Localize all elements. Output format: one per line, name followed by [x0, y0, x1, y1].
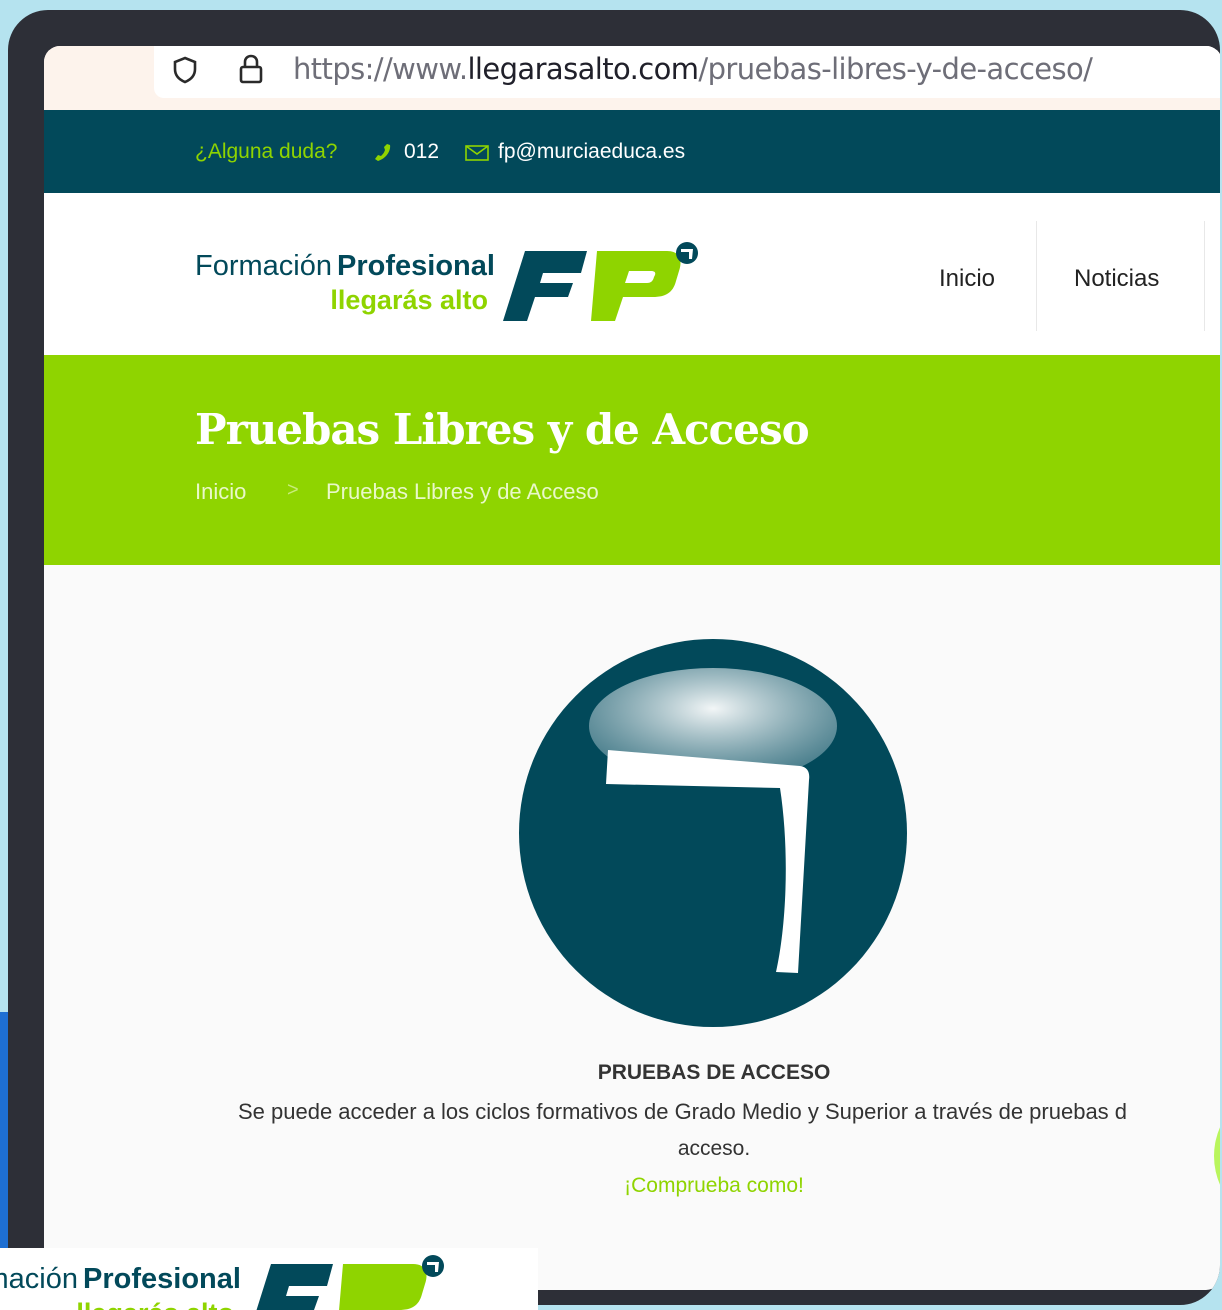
overlay-logo-tagline: llegarás alto	[76, 1298, 234, 1310]
shield-icon[interactable]	[172, 56, 198, 84]
section-heading: PRUEBAS DE ACCESO	[597, 1061, 831, 1084]
breadcrumb-current: Pruebas Libres y de Acceso	[326, 479, 599, 504]
breadcrumb-separator: >	[287, 479, 299, 501]
overlay-logo-word-profesional: Profesional	[83, 1263, 241, 1295]
overlay-logo-graphic: Formación Profesional llegarás alto	[0, 1255, 444, 1310]
logo-tagline: llegarás alto	[330, 285, 488, 315]
url-host: llegarasalto.com	[467, 52, 699, 86]
description-line-1: Se puede acceder a los ciclos formativos…	[238, 1099, 1128, 1124]
email-link[interactable]: fp@murciaeduca.es	[498, 140, 685, 164]
nav-divider	[1204, 221, 1205, 331]
page-hero: Pruebas Libres y de Acceso Inicio > Prue…	[44, 355, 1220, 565]
site-header: Formación Profesional llegarás alto Inic…	[44, 193, 1220, 355]
url-text[interactable]: https://www.llegarasalto.com/pruebas-lib…	[293, 52, 1093, 86]
browser-screen: https://www.llegarasalto.com/pruebas-lib…	[44, 46, 1220, 1290]
help-question: ¿Alguna duda?	[195, 140, 338, 163]
logo-word-formacion: Formación	[195, 250, 332, 282]
site-logo[interactable]: Formación Profesional llegarás alto	[195, 241, 705, 321]
mail-icon	[465, 145, 489, 161]
nav-noticias[interactable]: Noticias	[1074, 265, 1159, 293]
breadcrumb-home[interactable]: Inicio	[195, 479, 246, 505]
nav-divider	[1036, 221, 1037, 331]
overlay-logo: Formación Profesional llegarás alto	[0, 1248, 538, 1310]
description-line-2: acceso.	[677, 1137, 751, 1160]
overlay-logo-word-formacion: Formación	[0, 1263, 78, 1295]
logo-word-profesional: Profesional	[337, 250, 495, 282]
fp-mark	[503, 242, 698, 321]
page-title: Pruebas Libres y de Acceso	[195, 405, 810, 454]
device-frame: https://www.llegarasalto.com/pruebas-lib…	[8, 10, 1220, 1305]
check-how-link[interactable]: ¡Comprueba como!	[44, 1174, 1220, 1198]
lock-icon[interactable]	[238, 54, 264, 84]
fp-circle-icon	[519, 639, 907, 1027]
top-contact-bar: ¿Alguna duda? 012 fp@murciaeduca.es	[44, 110, 1220, 193]
phone-icon	[375, 144, 391, 161]
phone-number[interactable]: 012	[404, 140, 439, 164]
nav-inicio[interactable]: Inicio	[939, 265, 995, 293]
url-path: /pruebas-libres-y-de-acceso/	[698, 52, 1093, 86]
address-bar-area: https://www.llegarasalto.com/pruebas-lib…	[44, 46, 1220, 110]
decorative-blob	[1214, 1076, 1220, 1236]
